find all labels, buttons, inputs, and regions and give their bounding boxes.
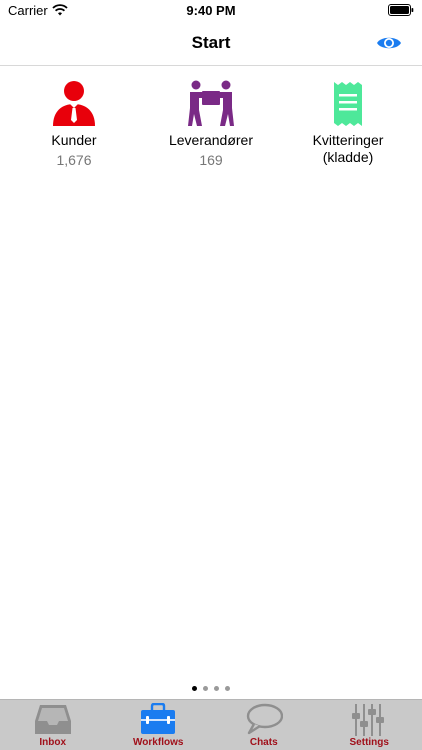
screen: Carrier 9:40 PM Start Kunder 1,676 Lever… bbox=[0, 0, 422, 750]
tile-label: Kvitteringer (kladde) bbox=[312, 132, 384, 165]
clock: 9:40 PM bbox=[186, 3, 236, 18]
visibility-button[interactable] bbox=[376, 32, 402, 54]
inbox-icon bbox=[34, 705, 71, 734]
tab-label: Settings bbox=[349, 737, 389, 748]
page-dot[interactable] bbox=[214, 686, 219, 691]
briefcase-icon bbox=[141, 703, 176, 734]
tab-label: Inbox bbox=[39, 737, 67, 748]
tile-label: Kunder bbox=[51, 132, 97, 148]
tab-chats[interactable]: Chats bbox=[211, 700, 317, 750]
tile-customers[interactable]: Kunder 1,676 bbox=[4, 80, 144, 169]
navigation-bar: Start bbox=[0, 22, 422, 66]
shortcut-grid: Kunder 1,676 Leverandører 169 Kvittering… bbox=[0, 80, 422, 180]
tile-suppliers[interactable]: Leverandører 169 bbox=[141, 80, 281, 169]
tile-count: 169 bbox=[199, 152, 223, 168]
page-dot[interactable] bbox=[192, 686, 197, 691]
tab-label: Workflows bbox=[133, 737, 184, 748]
tab-workflows[interactable]: Workflows bbox=[106, 700, 212, 750]
tile-label: Leverandører bbox=[168, 132, 254, 148]
customer-icon bbox=[53, 81, 95, 126]
status-bar: Carrier 9:40 PM bbox=[0, 0, 422, 22]
movers-icon bbox=[188, 80, 234, 126]
tile-receipts[interactable]: Kvitteringer (kladde) bbox=[278, 80, 418, 169]
tab-label: Chats bbox=[249, 737, 278, 748]
page-dot[interactable] bbox=[203, 686, 208, 691]
battery-icon bbox=[388, 4, 414, 16]
eye-icon bbox=[377, 37, 401, 49]
page-dot[interactable] bbox=[225, 686, 230, 691]
tab-bar: Inbox Workflows Chats Settings bbox=[0, 699, 422, 750]
receipt-icon bbox=[334, 82, 362, 126]
page-indicator[interactable] bbox=[0, 686, 422, 694]
sliders-icon bbox=[352, 704, 385, 736]
tab-settings[interactable]: Settings bbox=[317, 700, 422, 750]
tile-count: 1,676 bbox=[56, 152, 92, 168]
tab-inbox[interactable]: Inbox bbox=[0, 700, 106, 750]
page-title: Start bbox=[191, 33, 231, 52]
chat-bubble-icon bbox=[246, 703, 283, 735]
